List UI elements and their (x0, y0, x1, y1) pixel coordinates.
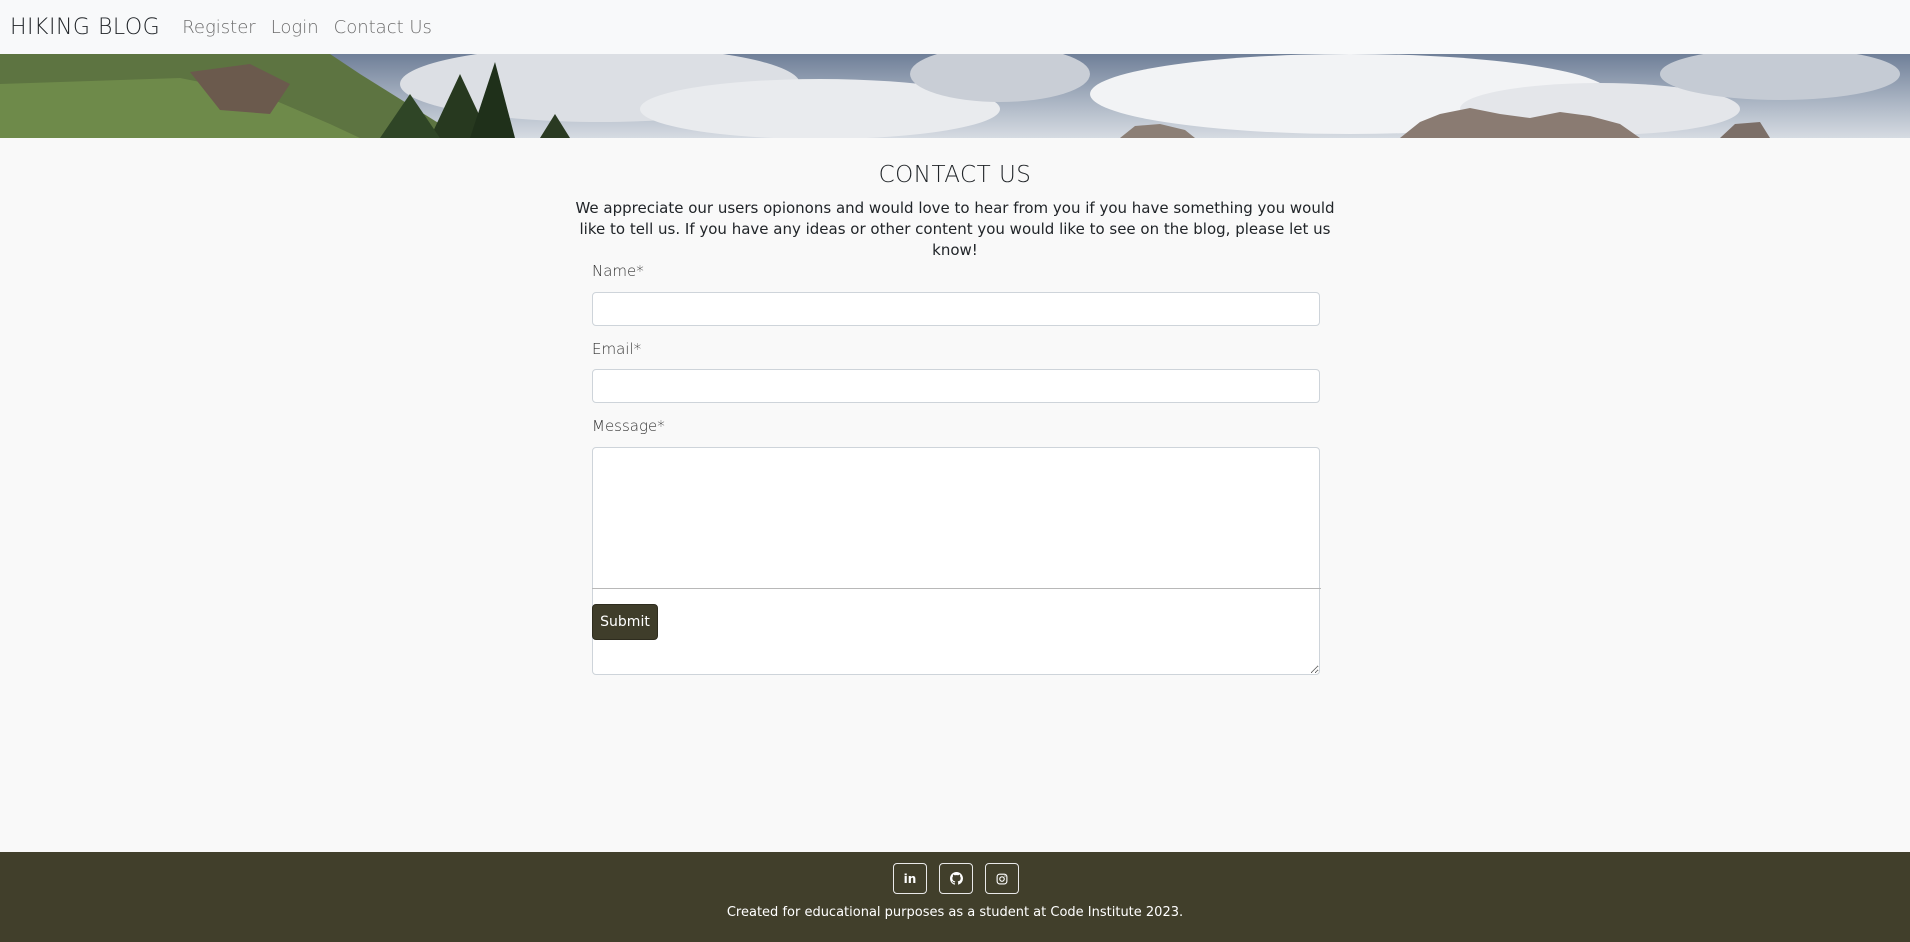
form-divider (592, 588, 1321, 589)
message-field[interactable] (592, 447, 1320, 675)
github-icon (949, 872, 963, 885)
brand-logo-link[interactable]: HIKING BLOG (10, 15, 160, 40)
instagram-icon (996, 873, 1008, 884)
hero-banner-image (0, 54, 1910, 138)
nav-link-register[interactable]: Register (182, 17, 256, 38)
github-button[interactable] (939, 863, 973, 894)
name-label: Name* (592, 262, 644, 280)
linkedin-icon: in (903, 871, 917, 886)
name-field[interactable] (592, 292, 1320, 326)
page-title: CONTACT US (878, 162, 1032, 188)
submit-button[interactable]: Submit (592, 604, 658, 640)
navbar: HIKING BLOG Register Login Contact Us (0, 0, 1910, 54)
instagram-button[interactable] (985, 863, 1019, 894)
footer-credit-text: Created for educational purposes as a st… (726, 905, 1184, 920)
linkedin-button[interactable]: in (893, 863, 927, 894)
intro-text: We appreciate our users opionons and wou… (575, 199, 1335, 259)
nav-link-contact-us[interactable]: Contact Us (334, 17, 432, 38)
message-label: Message* (592, 417, 665, 435)
email-label: Email* (592, 340, 642, 358)
footer: in Created for educational purposes as a… (0, 852, 1910, 942)
nav-link-login[interactable]: Login (271, 17, 319, 38)
email-field[interactable] (592, 369, 1320, 403)
